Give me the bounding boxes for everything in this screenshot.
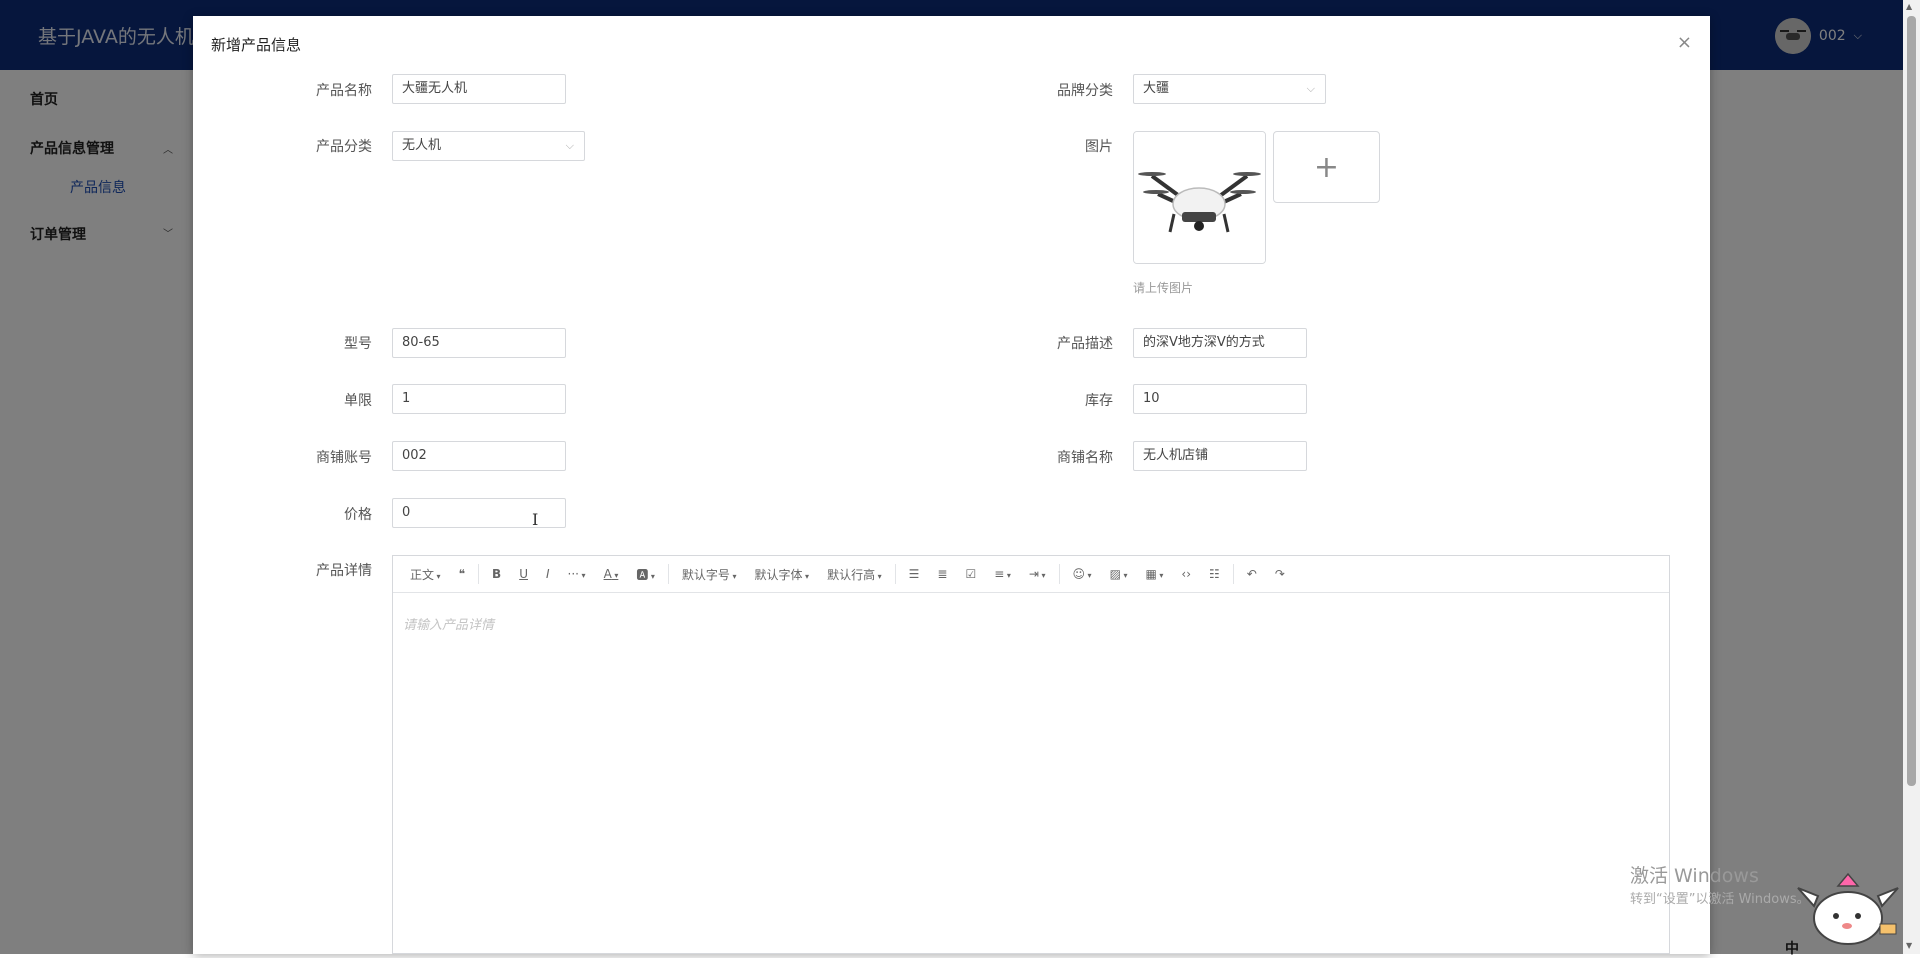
brand-select[interactable]: 大疆 ⌵ bbox=[1133, 74, 1326, 104]
paragraph-select[interactable]: 正文 bbox=[401, 566, 450, 583]
rich-text-editor[interactable]: 正文 ❝ B U I ··· A 🅰 默认字号 默认字体 默认行高 ☰ ≣ ☑ … bbox=[392, 555, 1670, 954]
limit-label: 单限 bbox=[344, 393, 372, 409]
category-value: 无人机 bbox=[402, 138, 442, 153]
description-label: 产品描述 bbox=[1057, 336, 1113, 352]
chevron-down-icon: ⌵ bbox=[1306, 82, 1315, 95]
background-color-icon[interactable]: 🅰 bbox=[627, 566, 664, 583]
font-size-select[interactable]: 默认字号 bbox=[673, 566, 746, 583]
toolbar-divider bbox=[1058, 564, 1060, 584]
toolbar-divider bbox=[478, 564, 480, 584]
description-input[interactable]: 的深V地方深V的方式 bbox=[1133, 328, 1307, 358]
product-name-input[interactable]: 大疆无人机 bbox=[392, 74, 566, 104]
font-color-icon[interactable]: A bbox=[595, 567, 628, 581]
table-icon[interactable]: ▦ bbox=[1136, 567, 1172, 581]
limit-input[interactable]: 1 bbox=[392, 384, 566, 414]
image-label: 图片 bbox=[1085, 139, 1113, 155]
italic-icon[interactable]: I bbox=[537, 567, 559, 581]
page-scrollbar[interactable]: ▲ ▼ bbox=[1903, 0, 1920, 954]
stock-input[interactable]: 10 bbox=[1133, 384, 1307, 414]
uploaded-image[interactable] bbox=[1133, 131, 1266, 264]
editor-placeholder: 请输入产品详情 bbox=[403, 618, 495, 633]
quote-icon[interactable]: ❝ bbox=[450, 567, 474, 581]
add-product-dialog: 新增产品信息 × 产品名称 大疆无人机 品牌分类 大疆 ⌵ 产品分类 无人机 ⌵… bbox=[193, 16, 1710, 954]
category-select[interactable]: 无人机 ⌵ bbox=[392, 131, 585, 161]
scroll-up-icon[interactable]: ▲ bbox=[1906, 2, 1912, 11]
align-icon[interactable]: ≡ bbox=[985, 567, 1020, 581]
chevron-down-icon: ⌵ bbox=[565, 139, 574, 152]
scrollbar-thumb[interactable] bbox=[1907, 16, 1916, 786]
add-image-button[interactable]: + bbox=[1273, 131, 1380, 203]
bold-icon[interactable]: B bbox=[483, 567, 510, 581]
dialog-title: 新增产品信息 bbox=[211, 36, 302, 54]
shop-account-label: 商铺账号 bbox=[316, 450, 372, 466]
font-family-select[interactable]: 默认字体 bbox=[746, 566, 819, 583]
editor-toolbar: 正文 ❝ B U I ··· A 🅰 默认字号 默认字体 默认行高 ☰ ≣ ☑ … bbox=[393, 556, 1669, 593]
numbered-list-icon[interactable]: ≣ bbox=[928, 567, 956, 581]
product-name-label: 产品名称 bbox=[316, 83, 372, 99]
stock-label: 库存 bbox=[1085, 393, 1113, 409]
activation-watermark-title: 激活 Windows bbox=[1630, 865, 1759, 887]
ime-indicator[interactable]: 中 bbox=[1785, 938, 1799, 958]
bulleted-list-icon[interactable]: ☰ bbox=[900, 567, 929, 581]
emoji-icon[interactable]: ☺ bbox=[1064, 567, 1101, 581]
model-label: 型号 bbox=[344, 336, 372, 352]
price-label: 价格 bbox=[344, 507, 372, 523]
activation-watermark-subtitle: 转到“设置”以激活 Windows。 bbox=[1630, 892, 1810, 907]
redo-icon[interactable]: ↷ bbox=[1266, 567, 1294, 581]
line-height-select[interactable]: 默认行高 bbox=[818, 566, 891, 583]
more-styles-icon[interactable]: ··· bbox=[559, 567, 595, 581]
mascot-icon bbox=[1797, 872, 1899, 945]
image-hint: 请上传图片 bbox=[1133, 281, 1194, 295]
brand-value: 大疆 bbox=[1143, 81, 1170, 96]
image-icon[interactable]: ▨ bbox=[1101, 567, 1137, 581]
code-icon[interactable]: ‹› bbox=[1172, 567, 1200, 581]
toolbar-divider bbox=[1232, 564, 1234, 584]
details-label: 产品详情 bbox=[316, 563, 372, 579]
indent-icon[interactable]: ⇥ bbox=[1020, 567, 1055, 581]
toolbar-divider bbox=[667, 564, 669, 584]
divider-line-icon[interactable]: ☷ bbox=[1200, 567, 1229, 581]
brand-label: 品牌分类 bbox=[1057, 83, 1113, 99]
category-label: 产品分类 bbox=[316, 139, 372, 155]
toolbar-divider bbox=[894, 564, 896, 584]
underline-icon[interactable]: U bbox=[510, 567, 537, 581]
price-input[interactable]: 0 bbox=[392, 498, 566, 528]
close-icon[interactable]: × bbox=[1677, 32, 1692, 53]
drone-image bbox=[1134, 132, 1265, 263]
shop-name-input[interactable]: 无人机店铺 bbox=[1133, 441, 1307, 471]
todo-icon[interactable]: ☑ bbox=[956, 567, 985, 581]
shop-account-input[interactable]: 002 bbox=[392, 441, 566, 471]
text-cursor-icon: I bbox=[532, 510, 539, 529]
scroll-down-icon[interactable]: ▼ bbox=[1906, 941, 1912, 950]
undo-icon[interactable]: ↶ bbox=[1238, 567, 1266, 581]
shop-name-label: 商铺名称 bbox=[1057, 450, 1113, 466]
mascot-sticker bbox=[1788, 866, 1904, 956]
model-input[interactable]: 80-65 bbox=[392, 328, 566, 358]
